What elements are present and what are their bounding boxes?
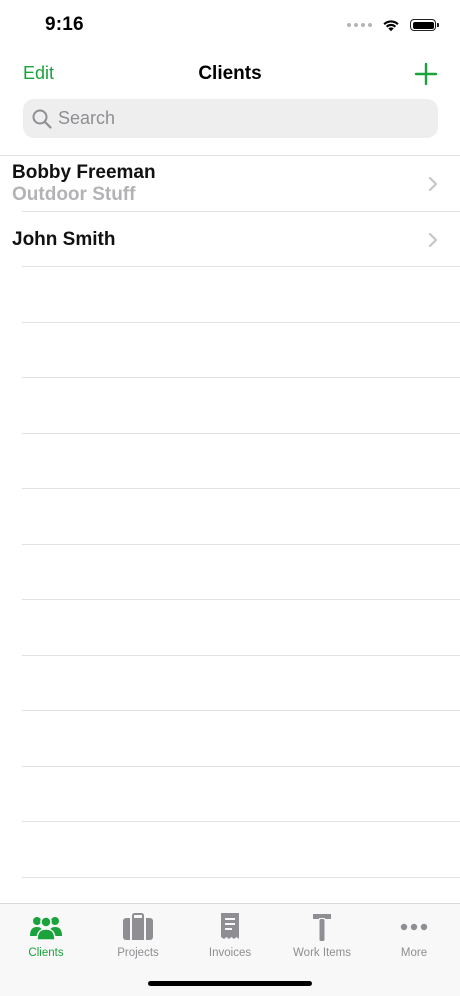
tab-label: Work Items — [293, 947, 351, 959]
tab-projects[interactable]: Projects — [92, 910, 184, 962]
row-separator — [22, 710, 460, 711]
home-indicator[interactable] — [148, 981, 312, 986]
tab-label: Clients — [28, 947, 64, 959]
hammer-icon — [313, 914, 331, 941]
battery-icon — [410, 19, 439, 31]
briefcase-icon — [123, 913, 153, 940]
client-company: Outdoor Stuff — [12, 184, 136, 205]
row-separator — [22, 821, 460, 822]
chevron-right-icon — [429, 233, 437, 247]
row-separator — [22, 544, 460, 545]
receipt-icon — [221, 913, 239, 939]
row-separator — [22, 599, 460, 600]
row-separator — [22, 766, 460, 767]
search-input[interactable] — [58, 108, 398, 129]
status-bar: 9:16 — [0, 0, 460, 50]
tab-work-items[interactable]: Work Items — [276, 910, 368, 962]
wifi-icon — [383, 20, 399, 32]
page-title: Clients — [198, 63, 262, 84]
tab-invoices[interactable]: Invoices — [184, 910, 276, 962]
tab-label: Invoices — [208, 947, 252, 959]
tab-label: Projects — [117, 947, 159, 959]
tab-clients[interactable]: Clients — [0, 910, 92, 962]
client-name: Bobby Freeman — [12, 162, 156, 183]
client-row-bobby-freeman[interactable]: Bobby Freeman Outdoor Stuff — [0, 156, 460, 211]
row-separator — [22, 433, 460, 434]
search-bar[interactable] — [23, 99, 438, 138]
client-row-john-smith[interactable]: John Smith — [0, 212, 460, 267]
more-icon — [400, 923, 428, 931]
row-separator — [22, 266, 460, 267]
row-separator — [22, 377, 460, 378]
people-icon — [30, 916, 62, 941]
row-separator — [22, 488, 460, 489]
add-client-button[interactable] — [414, 62, 438, 86]
navigation-bar: Edit Clients — [0, 52, 460, 96]
status-time: 9:16 — [45, 14, 84, 35]
status-indicators — [347, 16, 439, 34]
row-separator — [22, 211, 460, 212]
search-icon — [32, 109, 52, 129]
chevron-right-icon — [429, 177, 437, 191]
row-separator — [22, 877, 460, 878]
client-name: John Smith — [12, 229, 116, 250]
tab-more[interactable]: More — [368, 910, 460, 962]
tab-label: More — [400, 947, 428, 959]
cellular-signal-icon — [347, 23, 372, 27]
row-separator — [22, 322, 460, 323]
row-separator — [22, 655, 460, 656]
